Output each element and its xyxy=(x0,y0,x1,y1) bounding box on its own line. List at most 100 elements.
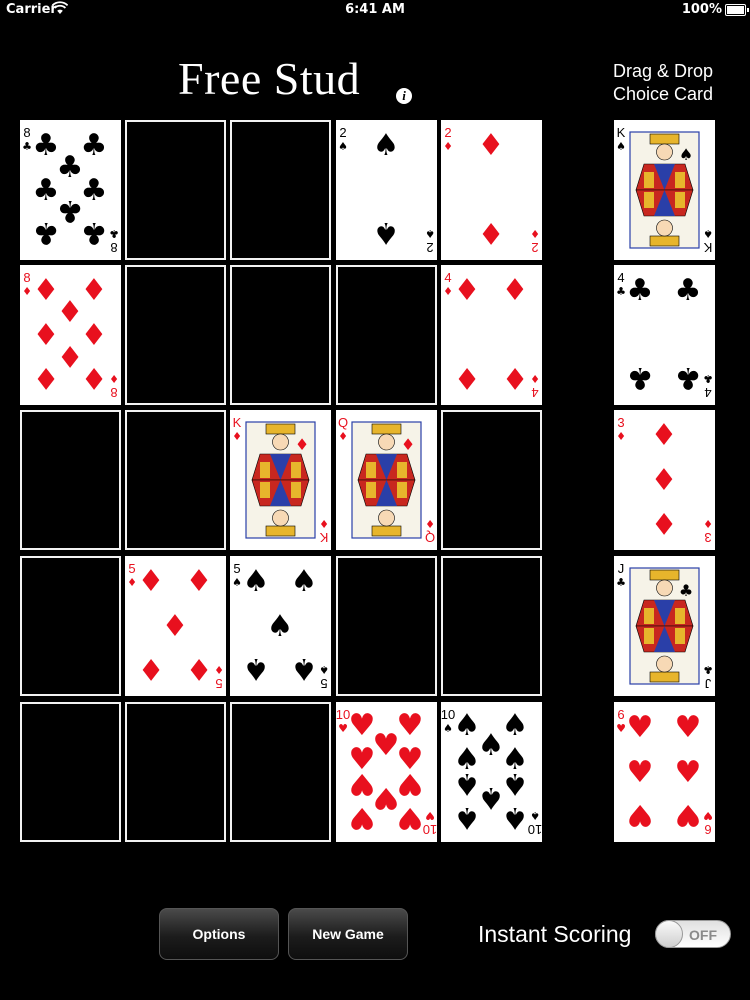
card-rank-index: 4 xyxy=(444,270,451,285)
toggle-knob[interactable] xyxy=(655,920,683,948)
hearts-icon: ♥ xyxy=(616,722,626,735)
empty-slot[interactable] xyxy=(125,120,226,260)
empty-slot[interactable] xyxy=(20,410,121,550)
clubs-icon: ♣ xyxy=(675,273,702,308)
spades-icon: ♠ xyxy=(338,140,348,153)
diamonds-icon: ♦ xyxy=(33,318,60,353)
choice-card[interactable]: 4 ♣ 4 ♣ ♣ ♣ ♣ ♣ xyxy=(614,265,715,405)
card-rank-index: 2 xyxy=(531,240,538,255)
choice-card[interactable]: K ♠ K ♠ ♠ xyxy=(614,120,715,260)
card-rank-index: 2 xyxy=(444,125,451,140)
board-card[interactable]: 2 ♦ 2 ♦ ♦ ♦ xyxy=(441,120,542,260)
clubs-icon: ♣ xyxy=(33,173,60,208)
empty-slot[interactable] xyxy=(20,702,121,842)
spades-icon: ♠ xyxy=(530,809,540,822)
empty-slot[interactable] xyxy=(230,265,331,405)
info-icon[interactable]: i xyxy=(396,88,412,104)
spades-icon: ♠ xyxy=(291,564,318,599)
spades-icon: ♠ xyxy=(232,576,242,589)
options-button[interactable]: Options xyxy=(159,908,279,960)
board-card[interactable]: 10 ♠ 10 ♠ ♠ ♠ ♠ ♠ ♠ ♠ ♠ ♠ ♠ ♠ xyxy=(441,702,542,842)
board-card[interactable]: 5 ♦ 5 ♦ ♦ ♦ ♦ ♦ ♦ xyxy=(125,556,226,696)
card-rank-index: 3 xyxy=(704,530,711,545)
diamonds-icon: ♦ xyxy=(162,609,189,644)
empty-slot[interactable] xyxy=(125,265,226,405)
board-card[interactable]: 5 ♠ 5 ♠ ♠ ♠ ♠ ♠ ♠ xyxy=(230,556,331,696)
card-rank-index: K xyxy=(617,125,626,140)
card-rank-index: 2 xyxy=(339,125,346,140)
diamonds-icon: ♦ xyxy=(81,273,108,308)
board-card[interactable]: 4 ♦ 4 ♦ ♦ ♦ ♦ ♦ xyxy=(441,265,542,405)
empty-slot[interactable] xyxy=(336,556,437,696)
empty-slot[interactable] xyxy=(125,410,226,550)
hearts-icon: ♥ xyxy=(627,710,654,745)
instant-scoring-label: Instant Scoring xyxy=(478,921,632,947)
clubs-icon: ♣ xyxy=(33,215,60,250)
choice-card[interactable]: J ♣ J ♣ ♣ xyxy=(614,556,715,696)
board-card[interactable]: 2 ♠ 2 ♠ ♠ ♠ xyxy=(336,120,437,260)
battery-percent: 100% xyxy=(681,2,722,17)
clubs-icon: ♣ xyxy=(22,140,32,153)
spades-icon: ♠ xyxy=(319,663,329,676)
choice-card[interactable]: 6 ♥ 6 ♥ ♥ ♥ ♥ ♥ ♥ ♥ xyxy=(614,702,715,842)
card-rank-index: J xyxy=(705,676,712,691)
diamonds-icon: ♦ xyxy=(33,360,60,395)
card-rank-index: 5 xyxy=(128,561,135,576)
spades-icon: ♠ xyxy=(454,708,481,743)
diamonds-icon: ♦ xyxy=(81,360,108,395)
hearts-icon: ♥ xyxy=(349,766,376,801)
spades-icon: ♠ xyxy=(616,140,626,153)
card-rank-index: 5 xyxy=(320,676,327,691)
hearts-icon: ♥ xyxy=(675,755,702,790)
clubs-icon: ♣ xyxy=(703,372,713,385)
diamonds-icon: ♦ xyxy=(138,651,165,686)
clubs-icon: ♣ xyxy=(109,227,119,240)
empty-slot[interactable] xyxy=(441,410,542,550)
hearts-icon: ♥ xyxy=(627,755,654,790)
empty-slot[interactable] xyxy=(125,702,226,842)
new-game-button[interactable]: New Game xyxy=(288,908,408,960)
diamonds-icon: ♦ xyxy=(109,372,119,385)
clubs-icon: ♣ xyxy=(57,150,84,185)
diamonds-icon: ♦ xyxy=(478,128,505,163)
spades-icon: ♠ xyxy=(373,215,400,250)
diamonds-icon: ♦ xyxy=(138,564,165,599)
diamonds-icon: ♦ xyxy=(651,463,678,498)
card-rank-index: 8 xyxy=(110,385,117,400)
clubs-icon: ♣ xyxy=(616,576,626,589)
diamonds-icon: ♦ xyxy=(616,430,626,443)
choice-card[interactable]: 3 ♦ 3 ♦ ♦ ♦ ♦ xyxy=(614,410,715,550)
board-card[interactable]: Q ♦ Q ♦ ♦ xyxy=(336,410,437,550)
diamonds-icon: ♦ xyxy=(530,227,540,240)
diamonds-icon: ♦ xyxy=(127,576,137,589)
hearts-icon: ♥ xyxy=(397,708,424,743)
spades-icon: ♠ xyxy=(454,766,481,801)
card-rank-index: 4 xyxy=(531,385,538,400)
board-card[interactable]: K ♦ K ♦ ♦ xyxy=(230,410,331,550)
diamonds-icon: ♦ xyxy=(33,273,60,308)
diamonds-icon: ♦ xyxy=(454,273,481,308)
board-card[interactable]: 8 ♣ 8 ♣ ♣ ♣ ♣ ♣ ♣ ♣ ♣ ♣ xyxy=(20,120,121,260)
card-rank-index: 4 xyxy=(617,270,624,285)
card-rank-index: 8 xyxy=(23,270,30,285)
spades-icon: ♠ xyxy=(502,708,529,743)
clock: 6:41 AM xyxy=(345,2,405,17)
diamonds-icon: ♦ xyxy=(57,295,84,330)
hearts-icon: ♥ xyxy=(397,766,424,801)
diamonds-icon: ♦ xyxy=(57,338,84,373)
spades-icon: ♠ xyxy=(478,780,505,815)
empty-slot[interactable] xyxy=(20,556,121,696)
diamonds-icon: ♦ xyxy=(401,435,415,454)
spades-icon: ♠ xyxy=(454,800,481,835)
empty-slot[interactable] xyxy=(230,120,331,260)
empty-slot[interactable] xyxy=(336,265,437,405)
instant-scoring-toggle[interactable]: OFF xyxy=(655,920,731,948)
empty-slot[interactable] xyxy=(441,556,542,696)
diamonds-icon: ♦ xyxy=(651,418,678,453)
hearts-icon: ♥ xyxy=(373,728,400,763)
battery-icon xyxy=(725,4,749,16)
clubs-icon: ♣ xyxy=(616,285,626,298)
empty-slot[interactable] xyxy=(230,702,331,842)
board-card[interactable]: 8 ♦ 8 ♦ ♦ ♦ ♦ ♦ ♦ ♦ ♦ ♦ xyxy=(20,265,121,405)
board-card[interactable]: 10 ♥ 10 ♥ ♥ ♥ ♥ ♥ ♥ ♥ ♥ ♥ ♥ ♥ xyxy=(336,702,437,842)
